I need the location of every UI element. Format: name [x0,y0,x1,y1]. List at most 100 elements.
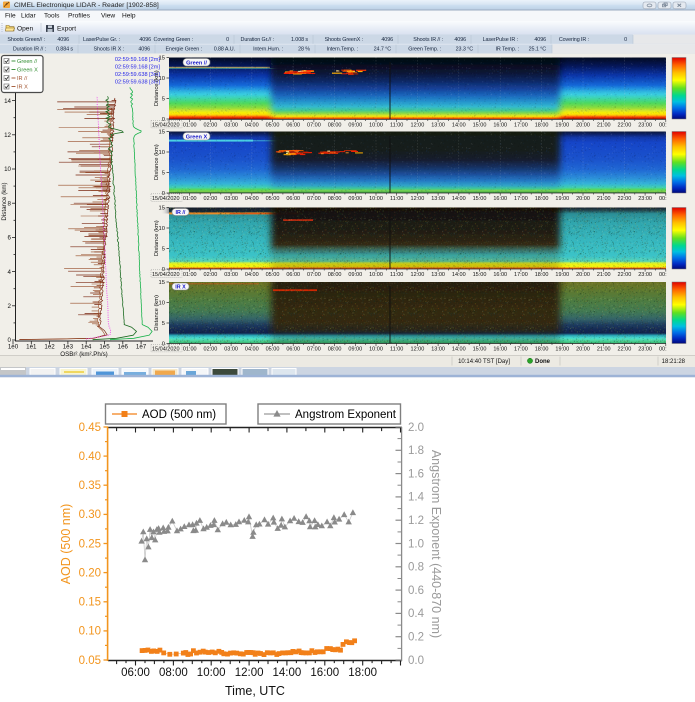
svg-text:Distance (km): Distance (km) [154,220,160,256]
svg-text:0.8: 0.8 [408,562,424,574]
svg-text:4: 4 [8,269,12,276]
svg-text:01:00: 01:00 [183,347,197,353]
svg-text:14:00: 14:00 [452,123,466,129]
svg-text:07:00: 07:00 [307,347,321,353]
svg-text:11:00: 11:00 [390,123,403,129]
svg-text:02:00: 02:00 [204,347,218,353]
svg-text:15: 15 [159,206,165,212]
svg-text:Duration IR // :: Duration IR // : [13,47,46,53]
svg-text:15:00: 15:00 [473,347,487,353]
svg-text:Duration Gr.// :: Duration Gr.// : [241,37,274,43]
svg-text:24.7 °C: 24.7 °C [374,47,392,53]
svg-text:05:00: 05:00 [266,347,280,353]
svg-text:18:00: 18:00 [535,272,549,278]
svg-text:11:00: 11:00 [390,272,403,278]
svg-text:06:00: 06:00 [286,196,300,202]
svg-text:1e6: 1e6 [118,344,129,351]
svg-text:0: 0 [226,37,229,43]
svg-text:00:: 00: [659,123,667,129]
svg-text:15: 15 [159,130,165,136]
svg-text:15/04/2020: 15/04/2020 [152,123,180,129]
svg-text:Green //: Green // [17,59,38,65]
svg-text:1e0: 1e0 [8,344,19,351]
svg-text:10:00: 10:00 [369,347,383,353]
svg-text:Green //: Green // [186,60,207,66]
svg-text:20:00: 20:00 [576,347,590,353]
svg-text:21:00: 21:00 [597,272,611,278]
svg-text:16:00: 16:00 [493,272,507,278]
svg-text:Lidar: Lidar [21,13,36,20]
svg-text:03:00: 03:00 [224,123,238,129]
svg-text:08:00: 08:00 [328,196,342,202]
svg-text:12:00: 12:00 [235,667,264,679]
svg-text:03:00: 03:00 [224,347,238,353]
svg-text:IR //: IR // [17,76,28,82]
svg-text:13:00: 13:00 [431,123,445,129]
svg-text:19:00: 19:00 [555,347,569,353]
svg-text:Green X: Green X [17,68,38,74]
svg-text:Profiles: Profiles [68,13,91,20]
svg-text:Shoots IR // :: Shoots IR // : [413,37,443,43]
svg-text:1.6: 1.6 [408,468,424,480]
svg-text:22:00: 22:00 [618,196,632,202]
svg-text:1e1: 1e1 [26,344,37,351]
svg-text:CIMEL Electronique LIDAR - Rea: CIMEL Electronique LIDAR - Reader [1902-… [14,2,159,9]
svg-text:18:21:28: 18:21:28 [662,359,686,365]
svg-text:13:00: 13:00 [431,347,445,353]
svg-text:22:00: 22:00 [618,347,632,353]
svg-text:15/04/2020: 15/04/2020 [152,347,180,353]
svg-text:15: 15 [159,280,165,286]
svg-text:5: 5 [162,171,165,177]
svg-text:09:00: 09:00 [348,123,362,129]
svg-text:Help: Help [122,13,136,20]
svg-text:16:00: 16:00 [310,667,339,679]
svg-text:02:00: 02:00 [204,123,218,129]
svg-text:5: 5 [162,97,165,103]
svg-text:4096: 4096 [534,37,546,43]
svg-text:08:00: 08:00 [328,272,342,278]
svg-text:IR //: IR // [176,210,186,216]
svg-text:10: 10 [4,166,11,173]
svg-text:4096: 4096 [381,37,393,43]
svg-text:18:00: 18:00 [535,196,549,202]
svg-text:1e4: 1e4 [81,344,92,351]
svg-text:15:00: 15:00 [473,196,487,202]
svg-text:2.0: 2.0 [408,422,424,434]
svg-text:20:00: 20:00 [576,272,590,278]
svg-text:Green X: Green X [186,134,208,140]
svg-text:IR Temp. :: IR Temp. : [496,47,519,53]
svg-text:03:00: 03:00 [224,196,238,202]
svg-text:22:00: 22:00 [618,123,632,129]
svg-text:1.008 s: 1.008 s [291,37,308,43]
svg-text:6: 6 [8,235,12,242]
svg-text:05:00: 05:00 [266,196,280,202]
svg-text:07:00: 07:00 [307,272,321,278]
svg-text:14:00: 14:00 [273,667,302,679]
svg-text:10:00: 10:00 [197,667,226,679]
svg-text:23.3 °C: 23.3 °C [456,47,474,53]
svg-text:10:14:40 TST [Day]: 10:14:40 TST [Day] [458,359,510,365]
svg-text:Energie Green :: Energie Green : [165,47,202,53]
svg-text:Angstrom Exponent (440-870 nm): Angstrom Exponent (440-870 nm) [429,450,443,638]
svg-text:1.0: 1.0 [408,538,424,550]
svg-text:8: 8 [8,200,12,207]
svg-text:20:00: 20:00 [576,196,590,202]
svg-text:09:00: 09:00 [348,196,362,202]
svg-text:23:00: 23:00 [638,272,652,278]
svg-text:Time, UTC: Time, UTC [225,684,285,698]
svg-text:23:00: 23:00 [638,196,652,202]
svg-text:1.8: 1.8 [408,445,424,457]
svg-text:Shoots GreenX :: Shoots GreenX : [325,37,363,43]
svg-text:00:: 00: [659,196,667,202]
svg-text:4096: 4096 [139,37,151,43]
svg-text:IR X: IR X [17,85,28,91]
svg-text:LaserPulse Gr. :: LaserPulse Gr. : [83,37,120,43]
svg-text:AOD (500 nm): AOD (500 nm) [142,409,216,421]
svg-text:23:00: 23:00 [638,347,652,353]
svg-text:21:00: 21:00 [597,123,611,129]
svg-text:Done: Done [535,359,551,365]
svg-text:0.10: 0.10 [79,626,101,638]
svg-text:0.15: 0.15 [79,597,101,609]
svg-text:Distance (km): Distance (km) [154,70,160,106]
svg-text:Covering IR :: Covering IR : [559,37,589,43]
